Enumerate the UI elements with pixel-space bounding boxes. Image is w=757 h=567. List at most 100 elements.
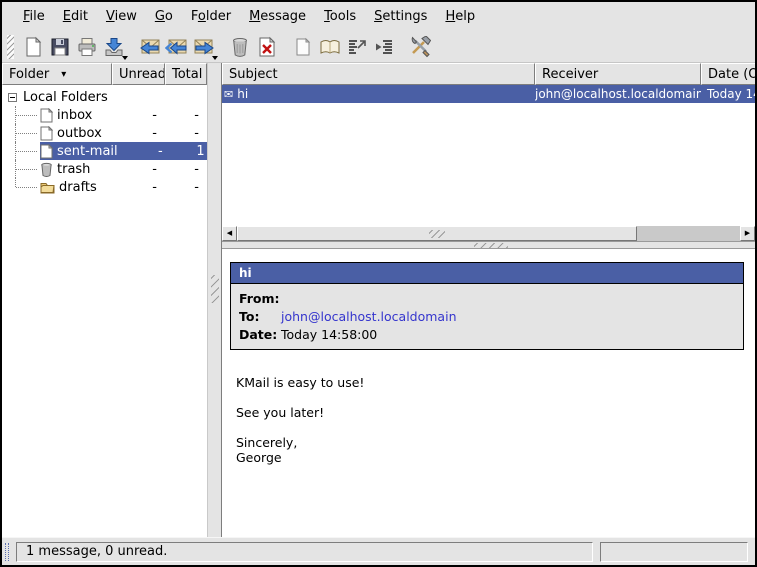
menu-edit[interactable]: Edit [54,5,97,28]
menu-help[interactable]: Help [436,5,484,28]
delete-icon [256,36,278,58]
tree-connector [2,142,40,160]
header-field-date: Date: Today 14:58:00 [231,325,743,343]
status-bar: 1 message, 0 unread. [2,537,755,565]
configure-icon [409,36,431,58]
message-row[interactable]: ✉ hi john@localhost.localdomain Today 14 [222,85,755,103]
folder-total-count: - [165,180,207,195]
column-header-folder[interactable]: Folder ▾ [2,63,112,85]
message-date: Today 14 [701,87,755,101]
folder-icon [40,181,55,194]
check-mail-dropdown-arrow[interactable] [122,56,128,60]
tree-connector [2,106,40,124]
folder-unread-count: - [118,144,171,159]
message-header-fields: From: To: john@localhost.localdomain Dat… [231,283,743,349]
message-preview-pane: hi From: To: john@localhost.localdomain … [222,249,755,537]
menu-go[interactable]: Go [146,5,182,28]
folder-row-drafts[interactable]: drafts - - [2,178,207,196]
folder-unread-count: - [112,162,165,177]
new-message-icon [22,36,44,58]
folder-total-count: - [165,162,207,177]
menu-file[interactable]: File [14,5,54,28]
right-panels: Subject Receiver Date (O ✉ hi john@local… [222,63,755,537]
column-header-receiver[interactable]: Receiver [535,63,701,85]
column-header-unread[interactable]: Unread [112,63,165,85]
scroll-right-button[interactable]: ▶ [740,226,755,241]
folder-unread-count: - [112,126,165,141]
file-icon [40,144,53,159]
trash-button[interactable] [226,33,253,60]
folder-unread-count: - [112,108,165,123]
column-header-subject[interactable]: Subject [222,63,535,85]
trash-icon [229,36,251,58]
print-icon [76,36,98,58]
menu-message[interactable]: Message [240,5,315,28]
folder-name: inbox [57,108,92,123]
message-body: KMail is easy to use! See you later! Sin… [236,375,755,465]
folder-total-count: - [165,108,207,123]
forward-icon [192,36,216,58]
to-address-link[interactable]: john@localhost.localdomain [281,309,457,324]
folder-name: sent-mail [57,144,118,159]
create-filter-button[interactable] [370,33,397,60]
folder-row-sent-mail[interactable]: sent-mail - 1 [2,142,207,160]
folder-row-outbox[interactable]: outbox - - [2,124,207,142]
message-receiver: john@localhost.localdomain [535,87,701,101]
forward-button[interactable] [190,33,217,60]
column-header-total[interactable]: Total [165,63,207,85]
new-note-button[interactable] [289,33,316,60]
header-field-from: From: [231,289,743,307]
print-button[interactable] [73,33,100,60]
message-list: Subject Receiver Date (O ✉ hi john@local… [222,63,755,241]
save-button[interactable] [46,33,73,60]
forward-dropdown-arrow[interactable] [212,56,218,60]
delete-button[interactable] [253,33,280,60]
tree-connector [2,124,40,142]
check-mail-button[interactable] [100,33,127,60]
mark-message-icon [346,36,368,58]
tree-connector [2,178,40,196]
menu-folder[interactable]: Folder [182,5,240,28]
envelope-icon: ✉ [224,88,233,101]
scrollbar-track[interactable] [637,226,740,241]
status-right-panel [600,542,748,562]
folder-unread-count: - [112,180,165,195]
folder-panel: Folder ▾ Unread Total Local Folders [2,63,207,537]
collapse-expander-icon[interactable] [8,93,17,102]
folder-name: trash [57,162,90,177]
mark-message-button[interactable] [343,33,370,60]
folder-tree: Local Folders inbox - - [2,85,207,537]
sort-arrow-icon: ▾ [61,69,66,80]
new-message-button[interactable] [19,33,46,60]
file-icon [40,126,53,141]
folder-list-header: Folder ▾ Unread Total [2,63,207,85]
menu-settings[interactable]: Settings [365,5,436,28]
address-book-icon [319,36,341,58]
file-icon [40,108,53,123]
folder-total-count: 1 [171,144,207,159]
vertical-splitter[interactable] [207,63,222,537]
reply-icon [138,36,162,58]
scroll-left-button[interactable]: ◀ [222,226,237,241]
folder-row-inbox[interactable]: inbox - - [2,106,207,124]
column-header-date[interactable]: Date (O [701,63,755,85]
horizontal-scrollbar: ◀ ▶ [222,226,755,241]
main-area: Folder ▾ Unread Total Local Folders [2,63,755,537]
status-message-panel: 1 message, 0 unread. [16,542,593,562]
statusbar-handle[interactable] [5,543,9,561]
toolbar-handle[interactable] [7,35,14,59]
configure-button[interactable] [406,33,433,60]
folder-row-trash[interactable]: trash - - [2,160,207,178]
reply-button[interactable] [136,33,163,60]
main-toolbar [2,31,755,63]
menu-tools[interactable]: Tools [315,5,365,28]
folder-root-local-folders[interactable]: Local Folders [2,88,207,106]
reply-all-button[interactable] [163,33,190,60]
address-book-button[interactable] [316,33,343,60]
horizontal-splitter[interactable] [222,241,755,249]
message-rows: ✉ hi john@localhost.localdomain Today 14 [222,85,755,226]
menu-view[interactable]: View [97,5,146,28]
check-mail-icon [103,36,125,58]
save-icon [49,36,71,58]
scrollbar-thumb[interactable] [237,226,637,241]
